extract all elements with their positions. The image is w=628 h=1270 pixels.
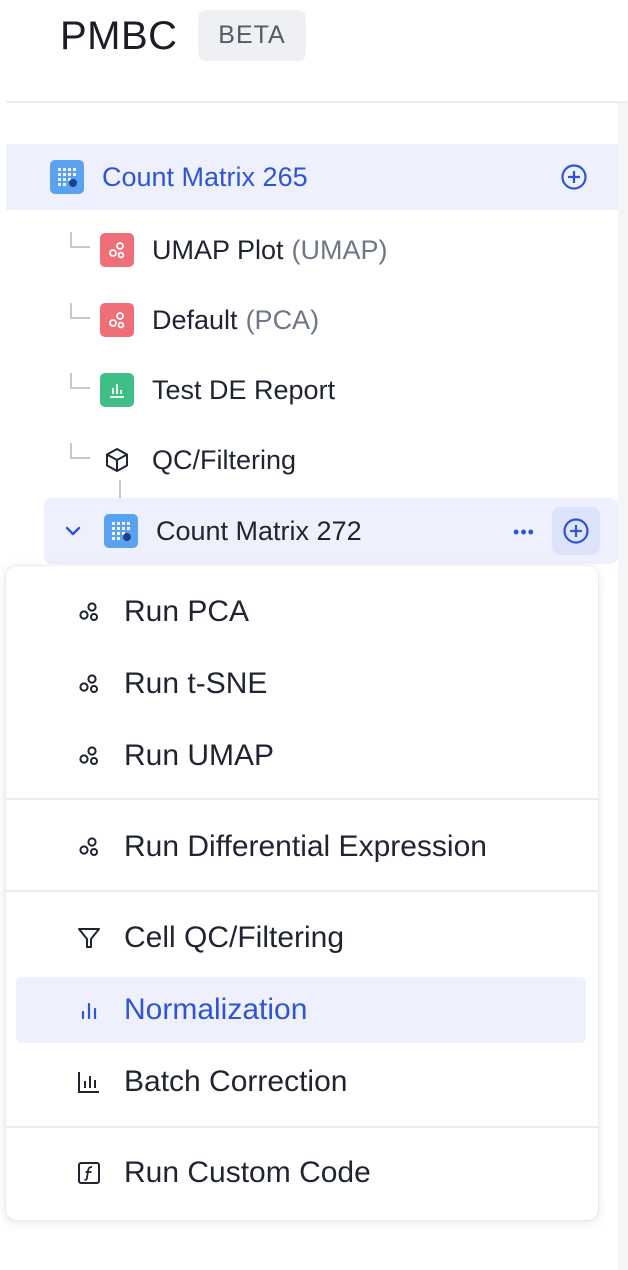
bars-icon bbox=[76, 997, 102, 1023]
filter-icon bbox=[76, 925, 102, 951]
menu-item-label: Normalization bbox=[124, 993, 308, 1026]
scatter-icon bbox=[100, 233, 134, 267]
beta-badge: BETA bbox=[198, 10, 306, 61]
tree-row-type: (PCA) bbox=[245, 304, 320, 335]
chevron-down-icon[interactable] bbox=[62, 520, 84, 542]
tree-connector bbox=[70, 232, 90, 248]
menu-item-batch-correction[interactable]: Batch Correction bbox=[6, 1049, 598, 1115]
scatter-icon bbox=[76, 834, 102, 860]
add-step-button[interactable] bbox=[550, 153, 598, 201]
plus-circle-icon bbox=[561, 164, 587, 190]
app-header: PMBC BETA bbox=[0, 0, 628, 103]
tree-row-test-de-report[interactable]: Test DE Report bbox=[100, 370, 335, 410]
menu-item-label: Run Differential Expression bbox=[124, 830, 487, 863]
menu-divider bbox=[6, 798, 598, 800]
tree-row-label: QC/Filtering bbox=[152, 444, 297, 475]
menu-item-label: Run t-SNE bbox=[124, 667, 268, 700]
app-title: PMBC bbox=[60, 14, 178, 58]
menu-item-label: Cell QC/Filtering bbox=[124, 921, 345, 954]
menu-item-run-pca[interactable]: Run PCA bbox=[6, 579, 598, 645]
tree-connector bbox=[70, 373, 90, 389]
menu-item-normalization[interactable]: Normalization bbox=[16, 977, 586, 1043]
scatter-icon bbox=[76, 599, 102, 625]
bar-chart-outline-icon bbox=[76, 1069, 102, 1095]
tree-row-umap-plot[interactable]: UMAP Plot (UMAP) bbox=[100, 230, 388, 270]
tree-row-default-pca[interactable]: Default (PCA) bbox=[100, 300, 319, 340]
tree-row-qc-filtering[interactable]: QC/Filtering bbox=[100, 440, 296, 480]
scatter-icon bbox=[76, 671, 102, 697]
tree-connector bbox=[70, 443, 90, 459]
menu-item-run-differential-expression[interactable]: Run Differential Expression bbox=[6, 814, 598, 880]
tree-connector bbox=[70, 303, 90, 319]
matrix-icon bbox=[104, 514, 138, 548]
menu-item-label: Run PCA bbox=[124, 595, 250, 628]
panel-scroll-edge bbox=[618, 103, 628, 1270]
menu-item-run-umap[interactable]: Run UMAP bbox=[6, 723, 598, 789]
bar-chart-icon bbox=[100, 373, 134, 407]
menu-item-run-tsne[interactable]: Run t-SNE bbox=[6, 651, 598, 717]
add-step-button-active[interactable] bbox=[552, 507, 600, 555]
menu-item-run-custom-code[interactable]: Run Custom Code bbox=[6, 1140, 598, 1206]
more-options-button[interactable]: ••• bbox=[504, 512, 544, 552]
tree-connector-vertical bbox=[119, 480, 121, 500]
plus-circle-icon bbox=[563, 518, 589, 544]
menu-divider bbox=[6, 1126, 598, 1128]
menu-item-label: Run Custom Code bbox=[124, 1156, 371, 1189]
tree-row-count-matrix-265[interactable]: Count Matrix 265 bbox=[6, 144, 618, 210]
tree-row-label: Test DE Report bbox=[152, 374, 336, 405]
tree-row-label: Count Matrix 265 bbox=[102, 161, 308, 192]
menu-divider bbox=[6, 890, 598, 892]
tree-row-label: Count Matrix 272 bbox=[156, 515, 362, 546]
cube-icon bbox=[100, 443, 134, 477]
tree-row-label: Default bbox=[152, 304, 238, 335]
menu-item-label: Run UMAP bbox=[124, 739, 275, 772]
scatter-icon bbox=[76, 743, 102, 769]
scatter-icon bbox=[100, 303, 134, 337]
add-step-menu: Run PCA Run t-SNE Run UMAP Run Different… bbox=[6, 566, 598, 1220]
function-icon bbox=[76, 1160, 102, 1186]
tree-row-type: (UMAP) bbox=[291, 234, 388, 265]
menu-item-cell-qc-filtering[interactable]: Cell QC/Filtering bbox=[6, 905, 598, 971]
matrix-icon bbox=[50, 160, 84, 194]
tree-row-label: UMAP Plot bbox=[152, 234, 284, 265]
more-icon: ••• bbox=[513, 521, 535, 542]
menu-item-label: Batch Correction bbox=[124, 1065, 348, 1098]
